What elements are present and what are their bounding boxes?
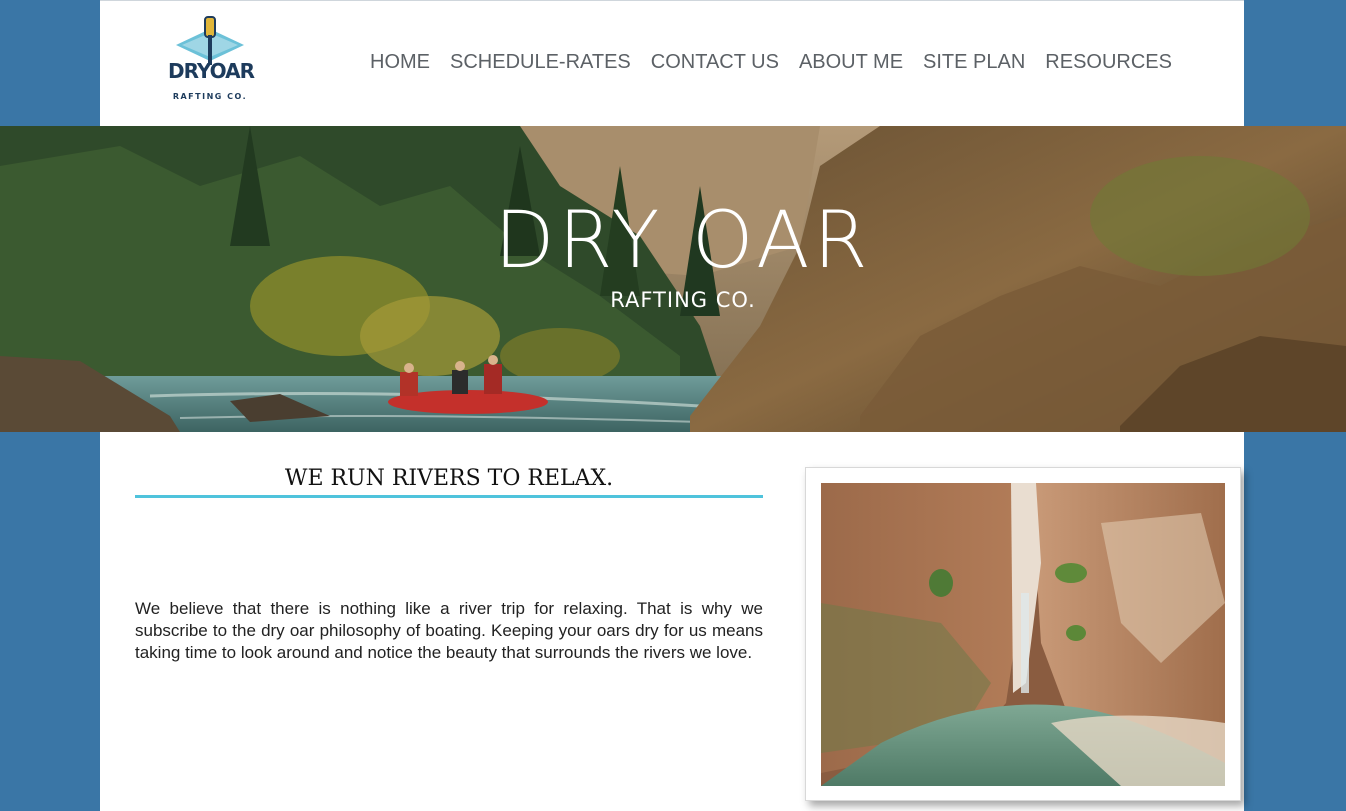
site-header: DRYOAR RAFTING CO. HOME SCHEDULE-RATES C… — [100, 0, 1244, 126]
site-logo[interactable]: DRYOAR RAFTING CO. — [168, 15, 255, 107]
nav-schedule-rates[interactable]: SCHEDULE-RATES — [450, 51, 631, 74]
paddle-logo-icon — [176, 16, 244, 65]
canyon-waterfall-photo — [821, 483, 1225, 786]
nav-about-me[interactable]: ABOUT ME — [799, 51, 903, 74]
main-content: WE RUN RIVERS TO RELAX. We believe that … — [100, 432, 1244, 811]
intro-paragraph: We believe that there is nothing like a … — [135, 599, 763, 662]
section-heading: WE RUN RIVERS TO RELAX. — [135, 466, 763, 498]
banner-subtitle: RAFTING CO. — [610, 288, 756, 312]
nav-home[interactable]: HOME — [370, 51, 430, 74]
nav-resources[interactable]: RESOURCES — [1045, 51, 1172, 74]
banner-title: DRY OAR — [494, 196, 872, 286]
page: DRYOAR RAFTING CO. HOME SCHEDULE-RATES C… — [0, 0, 1346, 811]
logo-wordmark: DRYOAR — [168, 59, 255, 83]
nav-site-plan[interactable]: SITE PLAN — [923, 51, 1025, 74]
photo-frame — [805, 467, 1241, 801]
logo-subtitle: RAFTING CO. — [172, 92, 248, 101]
nav-contact-us[interactable]: CONTACT US — [651, 51, 779, 74]
main-nav: HOME SCHEDULE-RATES CONTACT US ABOUT ME … — [370, 51, 1172, 74]
hero-banner: DRY OAR RAFTING CO. — [0, 126, 1346, 432]
